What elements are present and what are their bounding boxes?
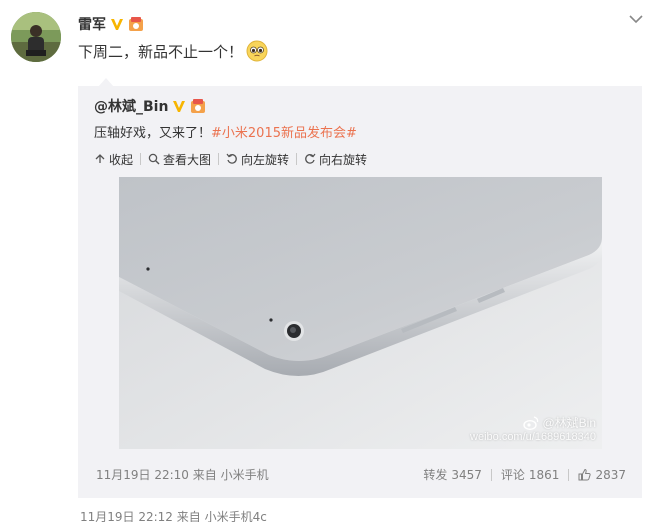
collapse-label: 收起: [109, 152, 134, 167]
like-button[interactable]: 2837: [578, 468, 626, 482]
post-author[interactable]: 雷军: [78, 14, 144, 34]
view-large-button[interactable]: 查看大图: [148, 151, 211, 168]
post-time[interactable]: 11月19日 22:12: [80, 510, 173, 522]
verified-v-icon: [173, 101, 186, 112]
repost-meta: 11月19日 22:10 来自 小米手机: [96, 466, 269, 483]
post-footer: 11月19日 22:12 来自 小米手机4c: [80, 508, 267, 522]
toolbar-divider: [218, 153, 220, 165]
like-count: 2837: [595, 467, 626, 482]
forward-label: 转发: [423, 468, 448, 482]
toolbar-divider: [296, 153, 298, 165]
avatar-photo: [11, 12, 61, 62]
rotate-right-label: 向右旋转: [319, 152, 368, 167]
vip-badge-icon[interactable]: [190, 98, 206, 114]
repost-text: 压轴好戏，又来了！#小米2015新品发布会#: [94, 122, 357, 141]
avatar[interactable]: [11, 12, 61, 62]
rotate-left-label: 向左旋转: [241, 152, 290, 167]
watermark-url: weibo.com/u/1689618340: [470, 431, 596, 443]
product-photo[interactable]: @林斌Bin weibo.com/u/1689618340: [119, 177, 602, 449]
hashtag-link[interactable]: #小米2015新品发布会#: [211, 126, 357, 141]
chevron-down-icon[interactable]: [629, 14, 643, 24]
repost-time[interactable]: 11月19日 22:10: [96, 468, 189, 482]
author-name[interactable]: 雷军: [78, 14, 106, 34]
repost-box: @林斌_Bin 压轴好戏，又来了！#小米2015新品发布会# 收起 查看大图 向…: [78, 86, 642, 498]
vip-badge-icon[interactable]: [128, 16, 144, 32]
tablet-corner-image: [119, 177, 602, 449]
repost-from-label: 来自: [192, 468, 217, 482]
repost-footer: 11月19日 22:10 来自 小米手机 转发 3457 评论 1861 283…: [96, 466, 626, 483]
pleading-face-emoji: [246, 40, 268, 62]
repost-source[interactable]: 小米手机: [221, 468, 269, 482]
like-icon: [578, 468, 592, 481]
magnifier-icon: [148, 153, 160, 165]
repost-author[interactable]: @林斌_Bin: [94, 96, 206, 116]
stats-divider: [568, 468, 570, 481]
rotate-left-button[interactable]: 向左旋转: [226, 151, 289, 168]
toolbar-divider: [140, 153, 142, 165]
collapse-arrow-icon: [95, 154, 105, 163]
rotate-right-icon: [305, 153, 316, 164]
collapse-button[interactable]: 收起: [94, 151, 133, 168]
rotate-left-icon: [226, 153, 237, 164]
watermark-name: @林斌Bin: [542, 416, 596, 430]
forward-count: 3457: [451, 467, 482, 482]
weibo-logo-icon: [523, 415, 539, 430]
repost-text-body: 压轴好戏，又来了！: [94, 126, 212, 141]
repost-author-name[interactable]: @林斌_Bin: [94, 96, 168, 116]
stats-divider: [490, 468, 492, 481]
comment-button[interactable]: 评论 1861: [501, 466, 560, 483]
verified-v-icon: [111, 19, 123, 30]
post-text: 下周二，新品不止一个！: [78, 40, 268, 62]
repost-stats: 转发 3457 评论 1861 2837: [423, 466, 626, 483]
forward-button[interactable]: 转发 3457: [423, 466, 482, 483]
image-toolbar: 收起 查看大图 向左旋转 向右旋转: [94, 151, 367, 167]
rotate-right-button[interactable]: 向右旋转: [304, 151, 367, 168]
view-large-label: 查看大图: [163, 152, 212, 167]
comment-count: 1861: [528, 467, 560, 482]
image-watermark: @林斌Bin weibo.com/u/1689618340: [470, 414, 596, 443]
post-from-label: 来自: [176, 510, 201, 522]
watermark-name-row: @林斌Bin: [470, 414, 596, 431]
post-content: 下周二，新品不止一个！: [78, 42, 244, 61]
post-source[interactable]: 小米手机4c: [205, 510, 267, 522]
comment-label: 评论: [500, 468, 525, 482]
